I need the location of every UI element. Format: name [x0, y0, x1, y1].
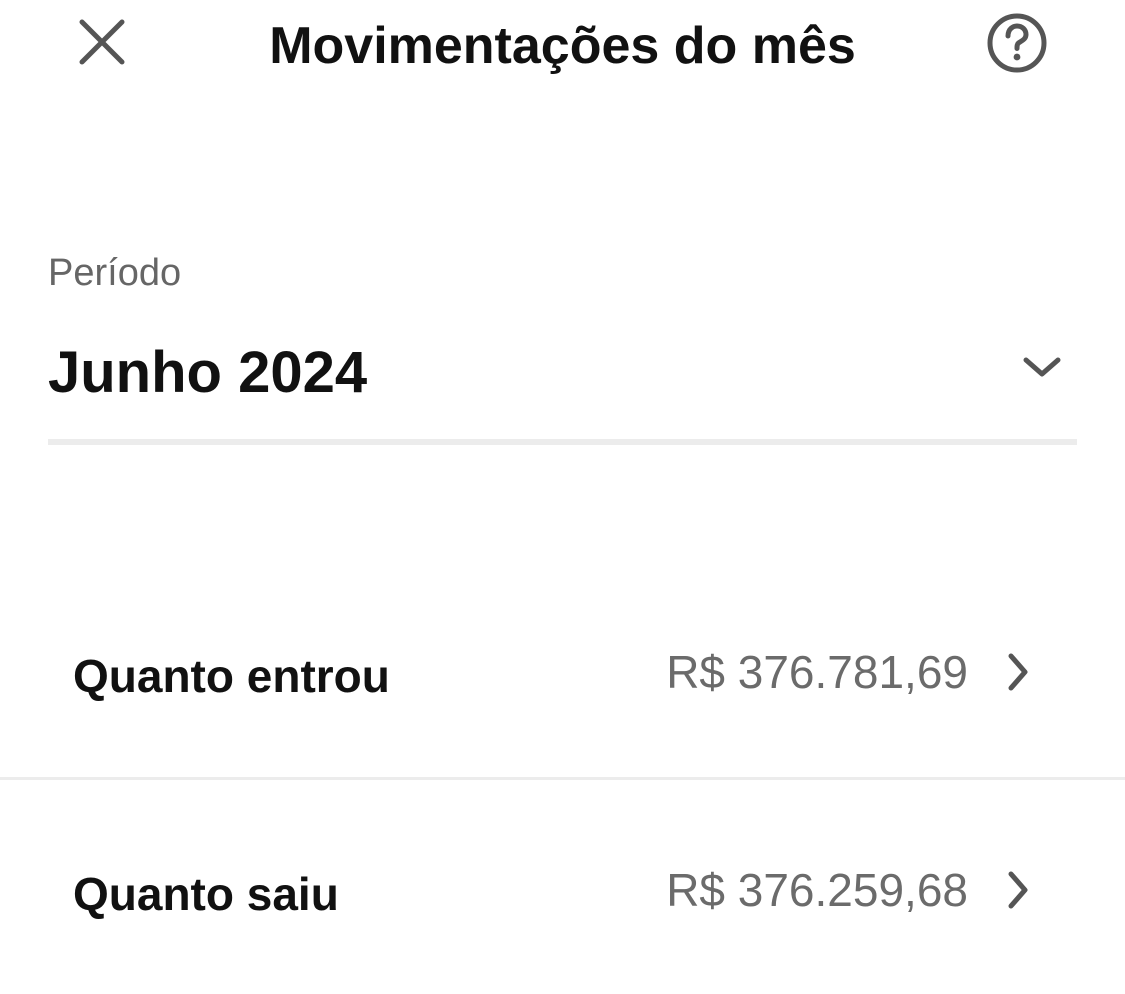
expense-row[interactable]: Quanto saiu R$ 376.259,68 [0, 818, 1125, 968]
divider [0, 777, 1125, 780]
expense-label: Quanto saiu [73, 868, 339, 920]
period-underline [48, 439, 1077, 445]
top-bar: Movimentações do mês [0, 0, 1125, 90]
help-button[interactable] [981, 9, 1053, 81]
income-value: R$ 376.781,69 [666, 646, 968, 698]
page-title: Movimentações do mês [269, 17, 856, 75]
chevron-right-icon [1000, 866, 1036, 914]
income-label: Quanto entrou [73, 650, 390, 702]
income-row[interactable]: Quanto entrou R$ 376.781,69 [0, 600, 1125, 750]
period-label: Período [48, 252, 182, 294]
chevron-down-icon [1017, 342, 1067, 392]
expense-value: R$ 376.259,68 [666, 864, 968, 916]
period-section: Período Junho 2024 [48, 248, 1077, 410]
period-value: Junho 2024 [48, 340, 368, 405]
help-circle-icon [986, 12, 1048, 79]
chevron-right-icon [1000, 648, 1036, 696]
period-dropdown[interactable]: Junho 2024 [48, 336, 1077, 410]
